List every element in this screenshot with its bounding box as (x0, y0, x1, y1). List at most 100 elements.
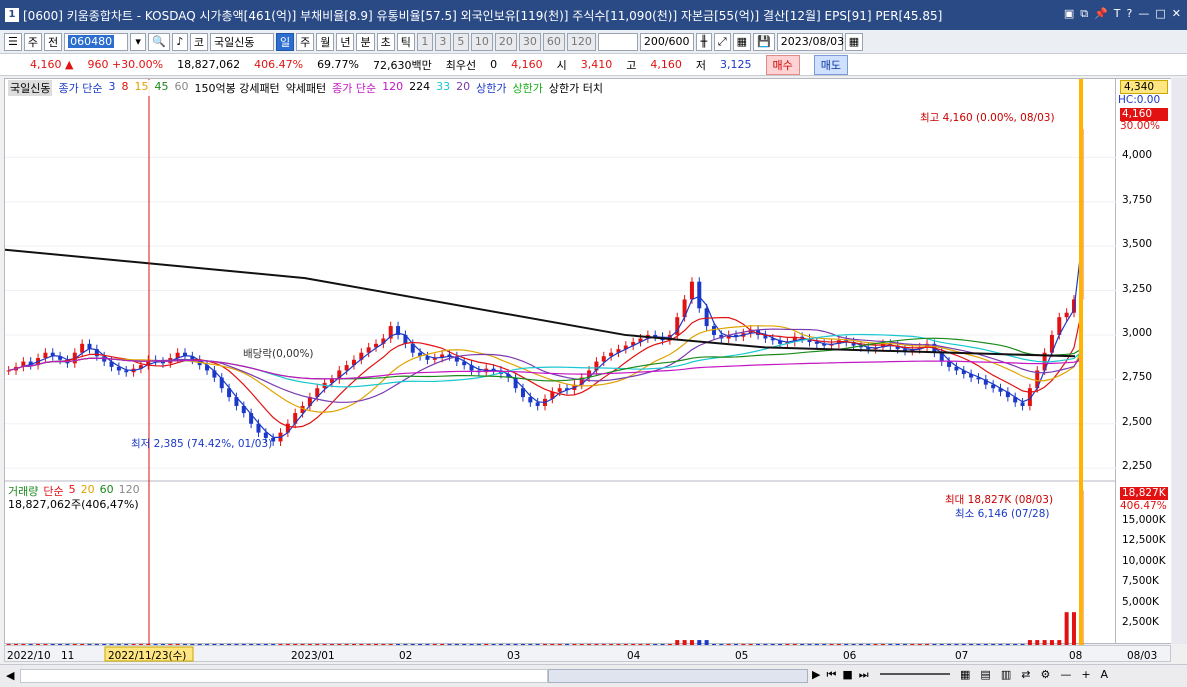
maximize-icon[interactable]: □ (1155, 7, 1165, 21)
period-minute[interactable]: 분 (356, 32, 375, 51)
left-arrow-icon[interactable]: ◀ (6, 669, 14, 682)
dropdown-icon[interactable]: ▾ (130, 32, 147, 51)
legend-ma-33: 33 (436, 80, 451, 93)
annotation-volume-min: 최소 6,146 (07/28) (955, 508, 1050, 520)
font-icon[interactable]: T (1114, 7, 1121, 21)
candle-body (1064, 312, 1069, 318)
price-tick-label: 3,000 (1122, 326, 1153, 339)
interval-3[interactable]: 3 (434, 32, 451, 51)
interval-30[interactable]: 30 (518, 32, 541, 51)
date-label: 11 (61, 650, 74, 662)
interval-5[interactable]: 5 (452, 32, 469, 51)
speaker-icon[interactable]: ♪ (171, 32, 188, 51)
pin-icon[interactable]: 📌 (1094, 7, 1108, 21)
scroll-thumb[interactable] (548, 669, 808, 683)
interval-120[interactable]: 120 (566, 32, 596, 51)
interval-60[interactable]: 60 (542, 32, 565, 51)
custom-interval-input[interactable] (597, 32, 638, 51)
period-second[interactable]: 초 (376, 32, 395, 51)
volume-tick-label: 15,000K (1122, 513, 1166, 526)
pref-label: 최우선 (445, 58, 477, 72)
legend-ceil-2: 상한가 (512, 82, 543, 95)
candle-body (535, 402, 540, 406)
market-button[interactable]: 코 (189, 32, 208, 51)
ma-line-120 (8, 357, 1082, 380)
period-tick[interactable]: 틱 (396, 32, 415, 51)
close-icon[interactable]: ✕ (1172, 7, 1181, 21)
price-tick-label: 3,500 (1122, 238, 1153, 251)
interval-10[interactable]: 10 (470, 32, 493, 51)
config-icon[interactable]: ⚙ (1040, 668, 1050, 681)
link-icon[interactable]: ⇄ (1021, 668, 1030, 681)
forward-icon[interactable]: ⏭ (859, 668, 869, 682)
help-icon[interactable]: ? (1127, 7, 1133, 21)
legend-ma-45: 45 (154, 80, 169, 93)
table-icon[interactable]: ▦ (960, 668, 970, 681)
last-price: 4,160 (511, 58, 543, 71)
interval-20[interactable]: 20 (494, 32, 517, 51)
period-month[interactable]: 월 (316, 32, 335, 51)
legend-ma-60: 60 (174, 80, 189, 93)
axis-hc: HC:0.00 (1118, 94, 1161, 106)
date-field[interactable]: 2023/08/03 (776, 32, 844, 51)
vertical-scrollbar[interactable] (1172, 78, 1187, 644)
save-icon[interactable]: 💾 (753, 32, 775, 51)
mode-select[interactable]: 주 (23, 32, 42, 51)
grid-icon[interactable]: ▦ (732, 32, 752, 51)
horizontal-scrollbar[interactable] (20, 669, 548, 683)
playback-controls: ▶ ⏮ ■ ⏭ (812, 668, 869, 682)
period-week[interactable]: 주 (296, 32, 315, 51)
current-day-highlight (1079, 79, 1083, 645)
stock-code-input[interactable]: 060480 (64, 32, 129, 51)
volume-ratio: 406.47% (254, 58, 304, 71)
candle-icon[interactable]: ╫ (695, 32, 712, 51)
period-year[interactable]: 년 (336, 32, 355, 51)
ma-line-224 (4, 248, 1076, 358)
window-controls: ▣ ⧉ 📌 T ? — □ ✕ (1064, 7, 1181, 21)
text-size-icon[interactable]: A (1101, 668, 1109, 681)
date-label: 04 (627, 650, 641, 662)
candle-body (124, 370, 129, 373)
volume-tick-label: 5,000K (1122, 595, 1159, 608)
low-label: 저 (695, 58, 706, 72)
count-field[interactable]: 200/600 (639, 32, 694, 51)
copy-icon[interactable]: ⧉ (1080, 7, 1088, 21)
prev-button[interactable]: 전 (44, 32, 63, 51)
split-icon[interactable]: ▥ (1001, 668, 1011, 681)
sell-button[interactable]: 매도 (813, 54, 848, 75)
volume-tick-label: 7,500K (1122, 575, 1159, 588)
zoom-slider[interactable] (880, 673, 950, 675)
buy-button[interactable]: 매수 (765, 54, 800, 75)
rewind-icon[interactable]: ⏮ (826, 668, 836, 682)
minimize-icon[interactable]: — (1138, 7, 1149, 21)
legend-pattern-weak: 약세패턴 (285, 82, 327, 95)
stock-name-field[interactable]: 국일신동 (209, 32, 274, 51)
period-day[interactable]: 일 (275, 32, 295, 51)
candle-body (601, 356, 606, 362)
legend-ma-8: 8 (121, 80, 129, 93)
chart-area[interactable]: 최고 4,160 (0.00%, 08/03) 최저 2,385 (74.42%,… (4, 78, 1117, 645)
menu-button[interactable]: ☰ (4, 32, 22, 51)
stop-icon[interactable]: ■ (842, 668, 852, 682)
zoom-out-icon[interactable]: — (1060, 668, 1071, 681)
interval-1[interactable]: 1 (416, 32, 433, 51)
annotation-low: 최저 2,385 (74.42%, 01/03) (131, 438, 272, 450)
bottom-tools: ▦ ▤ ▥ ⇄ ⚙ — + A (960, 668, 1108, 681)
stock-code-value: 060480 (68, 35, 115, 48)
candle-body (697, 281, 702, 309)
date-axis: 2022/10 11 2023/01 02 03 04 05 06 07 08 2022/11/23… (4, 645, 1171, 662)
high-label: 고 (626, 58, 637, 72)
search-icon[interactable]: 🔍 (148, 32, 170, 51)
legend-stock-name[interactable]: 국일신동 (8, 80, 53, 96)
zoom-in-icon[interactable]: + (1081, 668, 1090, 681)
annotation-volume-max: 최대 18,827K (08/03) (945, 494, 1053, 506)
candle-body (80, 343, 85, 353)
layout-icon[interactable]: ▣ (1064, 7, 1074, 21)
calendar-icon[interactable]: ▦ (844, 32, 864, 51)
play-icon[interactable]: ▶ (812, 668, 820, 682)
draw-icon[interactable]: ⤢ (713, 32, 731, 51)
window-number: 1 (5, 8, 19, 22)
price-tick-label: 4,000 (1122, 149, 1153, 162)
annotation-dividend: 배당락(0,00%) (243, 348, 314, 360)
grid-view-icon[interactable]: ▤ (980, 668, 990, 681)
